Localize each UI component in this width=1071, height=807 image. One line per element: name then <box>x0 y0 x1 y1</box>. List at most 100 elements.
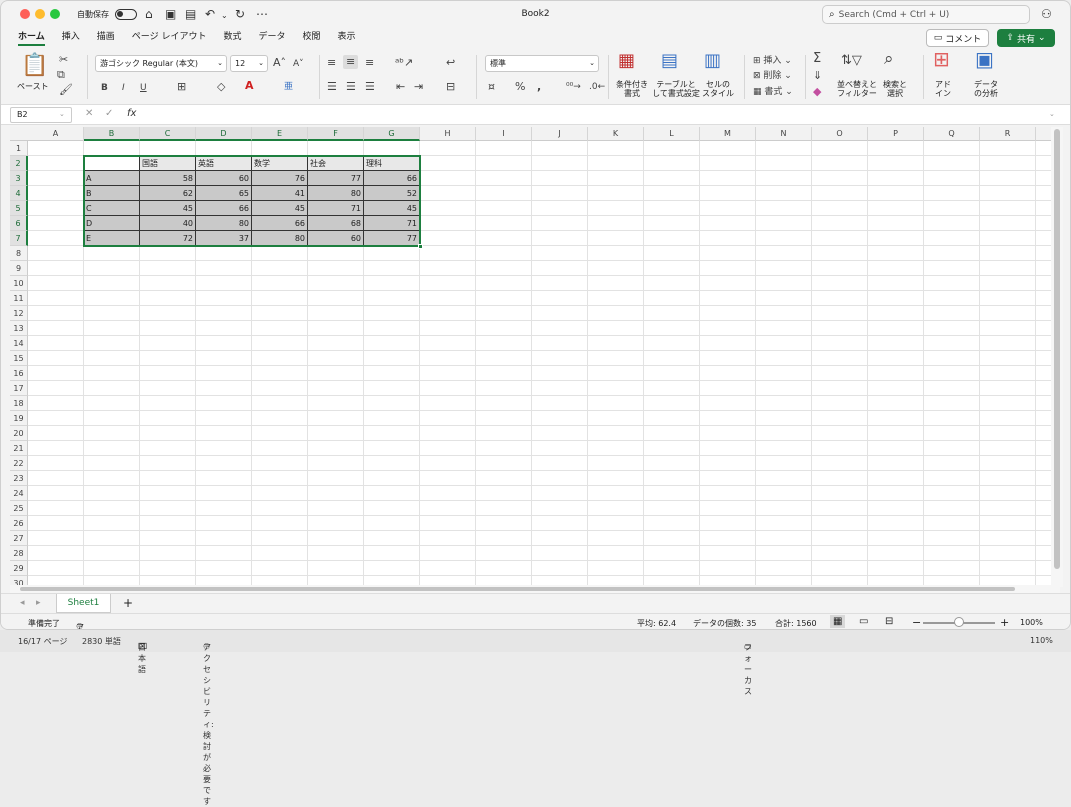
currency-icon[interactable]: ¤ <box>488 81 495 93</box>
table-cell[interactable]: 37 <box>196 231 252 246</box>
next-sheet-icon[interactable]: ▸ <box>36 598 41 608</box>
row-header-16[interactable]: 16 <box>10 366 28 381</box>
fill-color-icon[interactable]: ◇ <box>217 81 225 93</box>
increase-font-icon[interactable]: A˄ <box>273 57 286 69</box>
bold-button[interactable]: B <box>101 82 108 94</box>
normal-view-icon[interactable]: ▦ <box>830 615 846 628</box>
row-header-19[interactable]: 19 <box>10 411 28 426</box>
row-header-14[interactable]: 14 <box>10 336 28 351</box>
column-header-r[interactable]: R <box>980 127 1036 141</box>
row-header-23[interactable]: 23 <box>10 471 28 486</box>
horizontal-scroll-thumb[interactable] <box>20 587 1015 591</box>
expand-formula-icon[interactable]: ⌄ <box>1049 110 1055 118</box>
table-cell[interactable]: 58 <box>140 171 196 186</box>
format-painter-icon[interactable]: 🖌 <box>59 84 73 96</box>
row-header-18[interactable]: 18 <box>10 396 28 411</box>
row-header-5[interactable]: 5 <box>10 201 28 216</box>
decrease-indent-icon[interactable]: ⇤ <box>396 81 405 93</box>
row-header-20[interactable]: 20 <box>10 426 28 441</box>
font-name-select[interactable]: 游ゴシック Regular (本文) ⌄ <box>95 55 227 72</box>
column-header-o[interactable]: O <box>812 127 868 141</box>
column-header-p[interactable]: P <box>868 127 924 141</box>
align-bottom-icon[interactable]: ≡ <box>365 57 374 69</box>
italic-button[interactable]: I <box>122 82 125 94</box>
font-color-icon[interactable]: A <box>245 80 254 92</box>
column-header-f[interactable]: F <box>308 127 364 141</box>
row-header-30[interactable]: 30 <box>10 576 28 585</box>
fill-handle[interactable] <box>418 244 423 249</box>
orientation-icon[interactable]: ᵃᵇ↗ <box>395 57 413 69</box>
cut-icon[interactable]: ✂ <box>59 54 68 66</box>
column-header-e[interactable]: E <box>252 127 308 141</box>
table-cell[interactable]: 71 <box>364 216 420 231</box>
table-cell[interactable]: D <box>84 216 140 231</box>
row-header-4[interactable]: 4 <box>10 186 28 201</box>
column-header-c[interactable]: C <box>140 127 196 141</box>
table-cell[interactable]: 45 <box>140 201 196 216</box>
spreadsheet-grid[interactable]: ABCDEFGHIJKLMNOPQR 1 2 3 4 5 6 7 8 9 10 11 12 13 14 15… <box>10 127 1051 585</box>
column-header-i[interactable]: I <box>476 127 532 141</box>
row-header-27[interactable]: 27 <box>10 531 28 546</box>
row-header-8[interactable]: 8 <box>10 246 28 261</box>
tab-home[interactable]: ホーム <box>18 30 45 46</box>
row-header-12[interactable]: 12 <box>10 306 28 321</box>
table-cell[interactable] <box>84 156 140 171</box>
table-cell[interactable]: 国語 <box>140 156 196 171</box>
vertical-scrollbar[interactable] <box>1051 127 1063 587</box>
add-sheet-icon[interactable]: + <box>123 596 133 610</box>
table-cell[interactable]: 62 <box>140 186 196 201</box>
cell-style-icon[interactable]: ▥ <box>704 52 721 70</box>
page-break-view-icon[interactable]: ⊟ <box>885 616 893 627</box>
table-cell[interactable]: 理科 <box>364 156 420 171</box>
table-cell[interactable]: 80 <box>308 186 364 201</box>
paste-icon[interactable]: 📋 <box>21 55 48 77</box>
row-header-15[interactable]: 15 <box>10 351 28 366</box>
table-cell[interactable]: 英語 <box>196 156 252 171</box>
row-header-26[interactable]: 26 <box>10 516 28 531</box>
phonetic-icon[interactable]: 亜 <box>284 81 293 93</box>
column-header-l[interactable]: L <box>644 127 700 141</box>
wrap-text-icon[interactable]: ↩ <box>446 57 455 69</box>
row-header-6[interactable]: 6 <box>10 216 28 231</box>
table-cell[interactable]: B <box>84 186 140 201</box>
row-header-29[interactable]: 29 <box>10 561 28 576</box>
tab-draw[interactable]: 描画 <box>97 30 115 46</box>
table-cell[interactable]: 60 <box>196 171 252 186</box>
row-header-2[interactable]: 2 <box>10 156 28 171</box>
tab-data[interactable]: データ <box>258 30 285 46</box>
column-header-k[interactable]: K <box>588 127 644 141</box>
row-header-3[interactable]: 3 <box>10 171 28 186</box>
align-top-icon[interactable]: ≡ <box>327 57 336 69</box>
fill-icon[interactable]: ⇓ <box>813 70 822 82</box>
sheet-tab-sheet1[interactable]: Sheet1 <box>56 594 111 613</box>
delete-cells-button[interactable]: ⊠ 削除 ⌄ <box>753 70 792 82</box>
row-header-7[interactable]: 7 <box>10 231 28 246</box>
autosum-icon[interactable]: Σ <box>813 52 821 65</box>
comment-button[interactable]: ▭ コメント <box>926 29 989 47</box>
table-cell[interactable]: 71 <box>308 201 364 216</box>
share-button[interactable]: ⇪ 共有 ⌄ <box>997 29 1055 47</box>
align-center-icon[interactable]: ☰ <box>346 81 356 93</box>
row-header-9[interactable]: 9 <box>10 261 28 276</box>
table-format-icon[interactable]: ▤ <box>661 52 678 70</box>
column-header-b[interactable]: B <box>84 127 140 141</box>
clear-icon[interactable]: ◆ <box>813 86 821 98</box>
align-right-icon[interactable]: ☰ <box>365 81 375 93</box>
column-header-q[interactable]: Q <box>924 127 980 141</box>
table-cell[interactable]: 60 <box>308 231 364 246</box>
insert-cells-button[interactable]: ⊞ 挿入 ⌄ <box>753 55 792 67</box>
font-size-select[interactable]: 12 ⌄ <box>230 55 268 72</box>
row-header-10[interactable]: 10 <box>10 276 28 291</box>
row-header-13[interactable]: 13 <box>10 321 28 336</box>
table-cell[interactable]: 72 <box>140 231 196 246</box>
tab-view[interactable]: 表示 <box>338 30 356 46</box>
addin-icon[interactable]: ⊞ <box>933 49 950 69</box>
horizontal-scrollbar[interactable] <box>10 585 1060 593</box>
format-cells-button[interactable]: ▦ 書式 ⌄ <box>753 86 793 98</box>
row-header-11[interactable]: 11 <box>10 291 28 306</box>
function-icon[interactable]: fx <box>127 108 136 119</box>
percent-icon[interactable]: % <box>515 81 525 93</box>
column-header-n[interactable]: N <box>756 127 812 141</box>
row-header-17[interactable]: 17 <box>10 381 28 396</box>
row-header-28[interactable]: 28 <box>10 546 28 561</box>
